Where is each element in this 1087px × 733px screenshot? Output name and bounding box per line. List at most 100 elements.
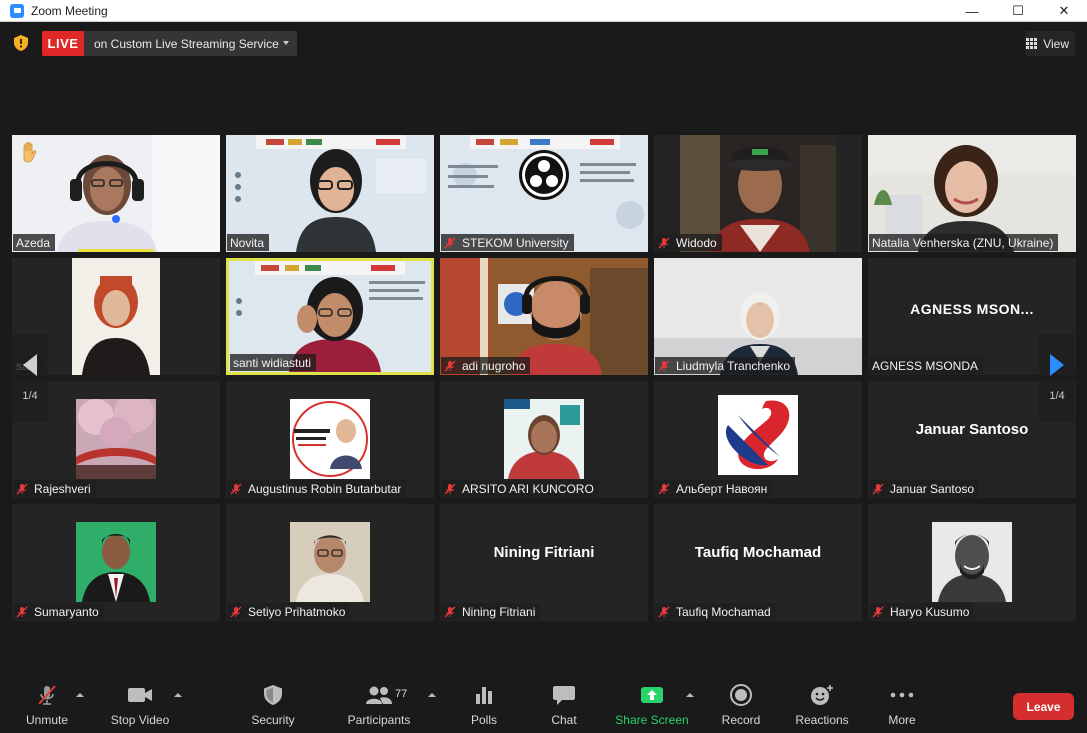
participant-tile[interactable]: Augustinus Robin Butarbutar — [226, 381, 434, 498]
participants-count: 77 — [395, 688, 408, 700]
participant-tile[interactable]: Nining Fitriani Nining Fitriani — [440, 504, 648, 621]
participant-name-bar: Setiyo Prihatmoko — [227, 603, 351, 620]
microphone-muted-icon — [230, 606, 242, 617]
participant-name-bar: santi widiastuti — [230, 354, 317, 371]
participant-tile[interactable]: Sumaryanto — [12, 504, 220, 621]
audio-options-caret-icon[interactable] — [76, 693, 84, 697]
participant-tile[interactable]: Liudmyla Tranchenko — [654, 258, 862, 375]
participant-name-bar: ARSITO ARI KUNCORO — [441, 480, 599, 497]
participant-tile[interactable]: Альберт Навоян — [654, 381, 862, 498]
participant-name-bar: Januar Santoso — [869, 480, 980, 497]
more-label: More — [888, 713, 916, 727]
page-indicator-right: 1/4 — [1049, 390, 1065, 402]
stop-video-button[interactable]: Stop Video — [108, 683, 172, 729]
participant-name-bar: Azeda — [13, 234, 56, 251]
participant-tile-active-speaker[interactable]: santi widiastuti — [226, 258, 434, 375]
participant-video — [290, 399, 370, 479]
chat-bubble-icon — [544, 683, 584, 707]
participant-name-bar: Taufiq Mochamad — [655, 603, 776, 620]
participant-name: Sumaryanto — [34, 604, 99, 619]
share-screen-button[interactable]: Share Screen — [614, 683, 690, 729]
arrow-left-icon — [23, 354, 37, 376]
chevron-down-icon — [283, 41, 289, 45]
maximize-button[interactable]: ☐ — [995, 0, 1041, 22]
previous-page-button[interactable]: 1/4 — [12, 334, 48, 422]
live-service-dropdown[interactable]: on Custom Live Streaming Service — [84, 31, 297, 56]
security-label: Security — [251, 713, 295, 727]
polls-label: Polls — [470, 713, 497, 727]
microphone-muted-icon — [658, 606, 670, 617]
participant-name-bar: Sumaryanto — [13, 603, 104, 620]
participant-video — [932, 522, 1012, 602]
reactions-button[interactable]: Reactions — [792, 683, 852, 729]
close-button[interactable]: ✕ — [1041, 0, 1087, 22]
participant-name: AGNESS MSONDA — [872, 358, 979, 373]
participant-tile[interactable]: Novita — [226, 135, 434, 252]
participant-tile[interactable]: Haryo Kusumo — [868, 504, 1076, 621]
participant-video — [76, 399, 156, 479]
leave-button[interactable]: Leave — [1013, 693, 1074, 720]
share-screen-label: Share Screen — [615, 713, 689, 727]
more-button[interactable]: More — [882, 683, 922, 729]
microphone-muted-icon — [27, 683, 67, 707]
chat-button[interactable]: Chat — [544, 683, 584, 729]
grid-view-icon — [1026, 38, 1038, 49]
view-label: View — [1043, 36, 1069, 51]
participant-name: Azeda — [16, 235, 51, 250]
security-button[interactable]: Security — [246, 683, 300, 729]
window-controls: — ☐ ✕ — [949, 0, 1087, 22]
live-badge[interactable]: LIVE — [42, 31, 84, 56]
record-label: Record — [721, 713, 761, 727]
microphone-muted-icon — [658, 360, 670, 371]
minimize-button[interactable]: — — [949, 0, 995, 22]
participants-options-caret-icon[interactable] — [428, 693, 436, 697]
participant-tile[interactable]: Natalia Venherska (ZNU, Ukraine) — [868, 135, 1076, 252]
polls-button[interactable]: Polls — [464, 683, 504, 729]
video-gallery: Azeda Novita STEKOM University Widodo Na… — [12, 135, 1078, 623]
participant-video — [76, 522, 156, 602]
participant-name-bar: Nining Fitriani — [441, 603, 541, 620]
participant-tile[interactable]: Widodo — [654, 135, 862, 252]
record-button[interactable]: Record — [718, 683, 764, 729]
microphone-muted-icon — [444, 483, 456, 494]
participant-name-bar: Natalia Venherska (ZNU, Ukraine) — [869, 234, 1059, 251]
meeting-topbar: LIVE on Custom Live Streaming Service Vi… — [0, 23, 1087, 65]
raised-hand-icon — [23, 141, 37, 163]
participant-tile[interactable]: Setiyo Prihatmoko — [226, 504, 434, 621]
unmute-button[interactable]: Unmute — [20, 683, 74, 729]
participant-video — [290, 522, 370, 602]
participant-name: Taufiq Mochamad — [676, 604, 771, 619]
view-button[interactable]: View — [1025, 31, 1075, 56]
arrow-right-icon — [1050, 354, 1064, 376]
participant-tile[interactable]: adi nugroho — [440, 258, 648, 375]
share-options-caret-icon[interactable] — [686, 693, 694, 697]
microphone-muted-icon — [444, 237, 456, 248]
next-page-button[interactable]: 1/4 — [1039, 334, 1075, 422]
encryption-shield-icon[interactable] — [14, 35, 28, 51]
participant-name: Setiyo Prihatmoko — [248, 604, 346, 619]
microphone-muted-icon — [16, 606, 28, 617]
participant-tile[interactable]: Taufiq Mochamad Taufiq Mochamad — [654, 504, 862, 621]
microphone-muted-icon — [658, 237, 670, 248]
participant-name-bar: Альберт Навоян — [655, 480, 773, 497]
participant-name-bar: Widodo — [655, 234, 722, 251]
participant-name-bar: Augustinus Robin Butarbutar — [227, 480, 407, 497]
participant-tile[interactable]: STEKOM University — [440, 135, 648, 252]
participants-label: Participants — [347, 713, 411, 727]
microphone-muted-icon — [230, 483, 242, 494]
participant-tile[interactable]: ARSITO ARI KUNCORO — [440, 381, 648, 498]
participant-name: Альберт Навоян — [676, 481, 768, 496]
share-screen-icon — [632, 683, 672, 707]
participant-name-bar: Liudmyla Tranchenko — [655, 357, 796, 374]
participant-name: adi nugroho — [462, 358, 526, 373]
participant-name-bar: Novita — [227, 234, 270, 251]
bar-chart-icon — [464, 683, 504, 707]
participant-name: Januar Santoso — [890, 481, 975, 496]
chat-label: Chat — [551, 713, 577, 727]
record-icon — [721, 683, 761, 707]
microphone-muted-icon — [16, 483, 28, 494]
participants-icon — [359, 683, 399, 707]
microphone-muted-icon — [658, 483, 670, 494]
video-options-caret-icon[interactable] — [174, 693, 182, 697]
participant-tile[interactable]: Azeda — [12, 135, 220, 252]
